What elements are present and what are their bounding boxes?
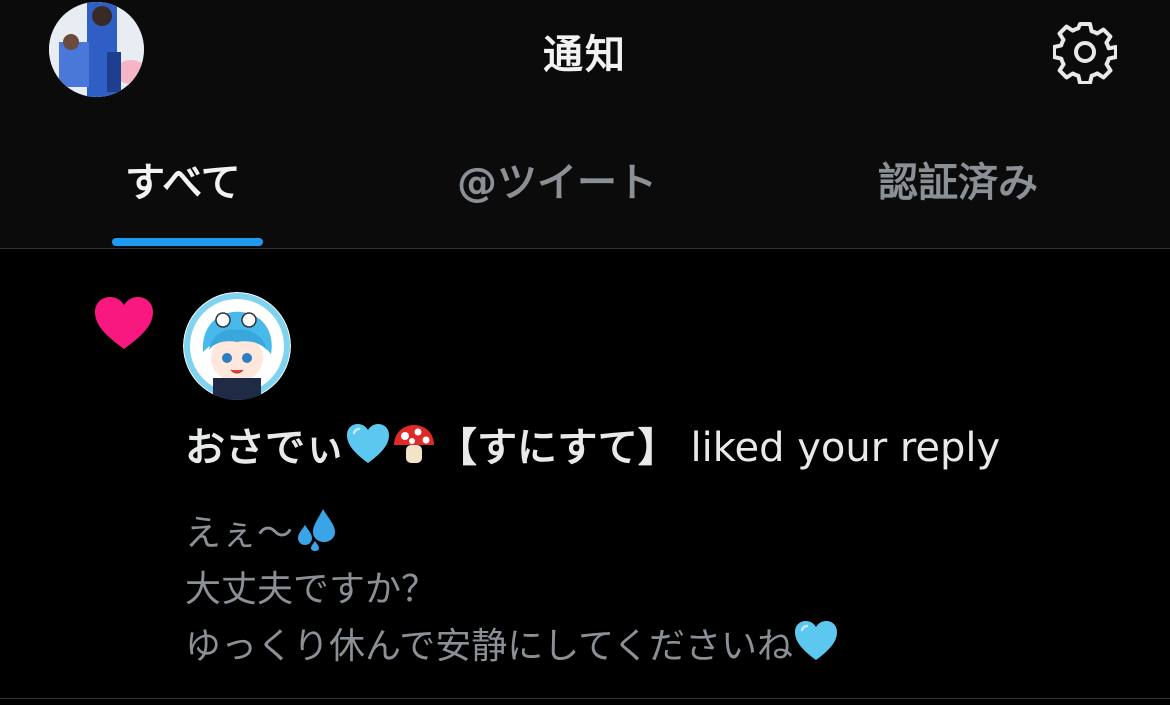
notification-tabs: すべて @ツイート 認証済み [0,150,1170,248]
page-title: 通知 [543,32,627,78]
notification-action: liked your reply [677,425,1001,471]
user-name-part1: おさでぃ [185,425,345,471]
notification-item[interactable]: おさでぃ 【すにすて】 liked your reply えぇ〜 大丈夫ですか？ … [0,249,1170,699]
notification-summary: おさでぃ 【すにすて】 liked your reply [185,421,1000,475]
reply-line-3-text: ゆっくり休んで安静にしてくださいね [185,626,794,667]
active-tab-indicator [112,238,263,246]
user-avatar-image [183,292,291,400]
tab-all[interactable]: すべて [125,150,241,248]
sweat-droplets-emoji [298,509,336,551]
notifications-screen: 通知 すべて @ツイート 認証済み おさでぃ 【すにすて】 liked your… [0,0,1170,705]
reply-line-1: えぇ〜 [185,505,839,562]
light-blue-heart-emoji [347,424,389,463]
light-blue-heart-emoji [795,621,838,660]
tab-label: @ツイート [457,160,657,206]
tab-label: 認証済み [878,160,1038,206]
heart-icon [95,297,153,349]
user-name[interactable]: おさでぃ 【すにすて】 [185,424,678,471]
user-name-part2: 【すにすて】 [437,425,678,471]
reply-preview: えぇ〜 大丈夫ですか？ ゆっくり休んで安静にしてくださいね [185,505,839,675]
reply-line-2: 大丈夫ですか？ [185,569,438,610]
reply-line-1-text: えぇ〜 [185,513,294,554]
gear-icon[interactable] [1053,20,1117,84]
tab-mentions[interactable]: @ツイート [457,150,657,248]
tab-verified[interactable]: 認証済み [878,150,1038,248]
reply-line-3: ゆっくり休んで安静にしてくださいね [185,618,839,675]
divider [0,698,1170,699]
user-avatar[interactable] [183,292,291,400]
notifications-header: 通知 すべて @ツイート 認証済み [0,0,1170,249]
mushroom-emoji [394,425,434,463]
tab-label: すべて [125,160,241,206]
